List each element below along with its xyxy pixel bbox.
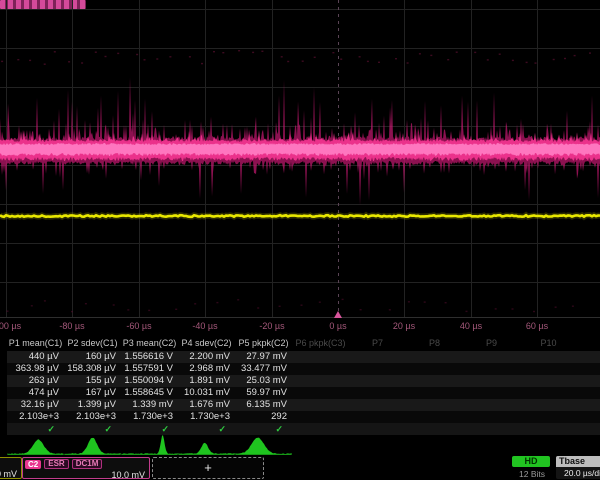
measurement-header-p7[interactable]: P7 [349, 336, 406, 351]
time-axis-label: -20 µs [259, 321, 284, 331]
measurement-header-p5[interactable]: P5 pkpk(C2) [235, 336, 292, 351]
time-axis-label: -80 µs [59, 321, 84, 331]
add-trace-button[interactable]: + [152, 457, 264, 479]
stat-value: 440 µV [7, 351, 64, 363]
c2-vertical-scale: 10.0 mV [23, 470, 149, 480]
c1-vertical-scale: 10.0 mV [0, 469, 21, 479]
stat-value: 1.339 mV [121, 399, 178, 411]
channel-c1-descriptor[interactable]: C1 ESR DC1M 10.0 mV [0, 457, 22, 479]
measurement-header-p10[interactable]: P10 [520, 336, 577, 351]
stat-value: 160 µV [64, 351, 121, 363]
stat-value: 474 µV [7, 387, 64, 399]
stat-value: 292 [235, 411, 292, 423]
measurement-table: P1 mean(C1) P2 sdev(C1) P3 mean(C2) P4 s… [0, 336, 600, 435]
stat-row-num: 2.103e+3 2.103e+3 1.730e+3 1.730e+3 292 [7, 411, 600, 423]
stat-value: 33.477 mV [235, 363, 292, 375]
stat-value: 1.550094 V [121, 375, 178, 387]
stat-value: 155 µV [64, 375, 121, 387]
plus-icon: + [204, 460, 212, 475]
trigger-time-marker[interactable] [334, 311, 342, 318]
stat-value: 1.676 mV [178, 399, 235, 411]
status-bar: C1 ESR DC1M 10.0 mV C2 ESR DC1M 10.0 mV … [0, 456, 600, 480]
waveform-grid [0, 0, 600, 318]
stat-value: 10.031 mV [178, 387, 235, 399]
waveform-plot [0, 0, 600, 318]
measurement-header-p6[interactable]: P6 pkpk(C3) [292, 336, 349, 351]
stat-value: 59.97 mV [235, 387, 292, 399]
measurement-header-p4[interactable]: P4 sdev(C2) [178, 336, 235, 351]
measurement-header-p2[interactable]: P2 sdev(C1) [64, 336, 121, 351]
timebase-value: 20.0 µs/div [556, 467, 600, 479]
stat-value: 2.968 mV [178, 363, 235, 375]
c2-badge: C2 [25, 460, 41, 469]
time-axis-label-trigger: 0 µs [329, 321, 346, 331]
stat-value: 32.16 µV [7, 399, 64, 411]
channel-c2-descriptor[interactable]: C2 ESR DC1M 10.0 mV [22, 457, 150, 479]
oscilloscope-screen: -100 µs -80 µs -60 µs -40 µs -20 µs 0 µs… [0, 0, 600, 480]
hd-mode-indicator[interactable]: HD 12 Bits [512, 456, 552, 479]
stat-value: 25.03 mV [235, 375, 292, 387]
time-axis-label: -40 µs [192, 321, 217, 331]
histicon-p1[interactable] [7, 434, 64, 456]
time-axis: -100 µs -80 µs -60 µs -40 µs -20 µs 0 µs… [0, 318, 600, 335]
histicon-p2[interactable] [64, 434, 121, 456]
stat-row-max: 474 µV 167 µV 1.558645 V 10.031 mV 59.97… [7, 387, 600, 399]
time-axis-label: -60 µs [126, 321, 151, 331]
histicon-p4[interactable] [178, 434, 235, 456]
stat-value: 1.891 mV [178, 375, 235, 387]
timebase-descriptor[interactable]: Tbase 20.0 µs/div [556, 456, 600, 479]
measurement-header-p8[interactable]: P8 [406, 336, 463, 351]
time-axis-label: 40 µs [460, 321, 482, 331]
measurement-header-row: P1 mean(C1) P2 sdev(C1) P3 mean(C2) P4 s… [7, 336, 600, 351]
c2-esr-badge: ESR [44, 459, 68, 469]
histicon-p3[interactable] [121, 434, 178, 456]
measurement-histicons [0, 434, 600, 456]
stat-value: 158.308 µV [64, 363, 121, 375]
stat-value: 27.97 mV [235, 351, 292, 363]
stat-value: 2.103e+3 [64, 411, 121, 423]
stat-row-sdev: 32.16 µV 1.399 µV 1.339 mV 1.676 mV 6.13… [7, 399, 600, 411]
stat-row-value: 440 µV 160 µV 1.556616 V 2.200 mV 27.97 … [7, 351, 600, 363]
time-axis-label: 20 µs [393, 321, 415, 331]
stat-row-mean: 363.98 µV 158.308 µV 1.557591 V 2.968 mV… [7, 363, 600, 375]
stat-value: 1.558645 V [121, 387, 178, 399]
c2-coupling-badge: DC1M [72, 459, 103, 469]
measurement-header-p9[interactable]: P9 [463, 336, 520, 351]
stat-value: 2.103e+3 [7, 411, 64, 423]
time-axis-label: 60 µs [526, 321, 548, 331]
stat-value: 2.200 mV [178, 351, 235, 363]
stat-value: 1.399 µV [64, 399, 121, 411]
stat-row-min: 263 µV 155 µV 1.550094 V 1.891 mV 25.03 … [7, 375, 600, 387]
stat-value: 167 µV [64, 387, 121, 399]
measurement-header-p3[interactable]: P3 mean(C2) [121, 336, 178, 351]
measurement-header-p1[interactable]: P1 mean(C1) [7, 336, 64, 351]
histicon-p5[interactable] [235, 434, 292, 456]
stat-value: 1.730e+3 [178, 411, 235, 423]
stat-value: 263 µV [7, 375, 64, 387]
hd-bits-label: 12 Bits [512, 469, 552, 479]
stat-value: 1.556616 V [121, 351, 178, 363]
hd-badge: HD [512, 456, 550, 467]
stat-value: 363.98 µV [7, 363, 64, 375]
timebase-title: Tbase [556, 456, 600, 467]
stat-value: 1.557591 V [121, 363, 178, 375]
stat-value: 6.135 mV [235, 399, 292, 411]
time-axis-label: -100 µs [0, 321, 21, 331]
stat-value: 1.730e+3 [121, 411, 178, 423]
